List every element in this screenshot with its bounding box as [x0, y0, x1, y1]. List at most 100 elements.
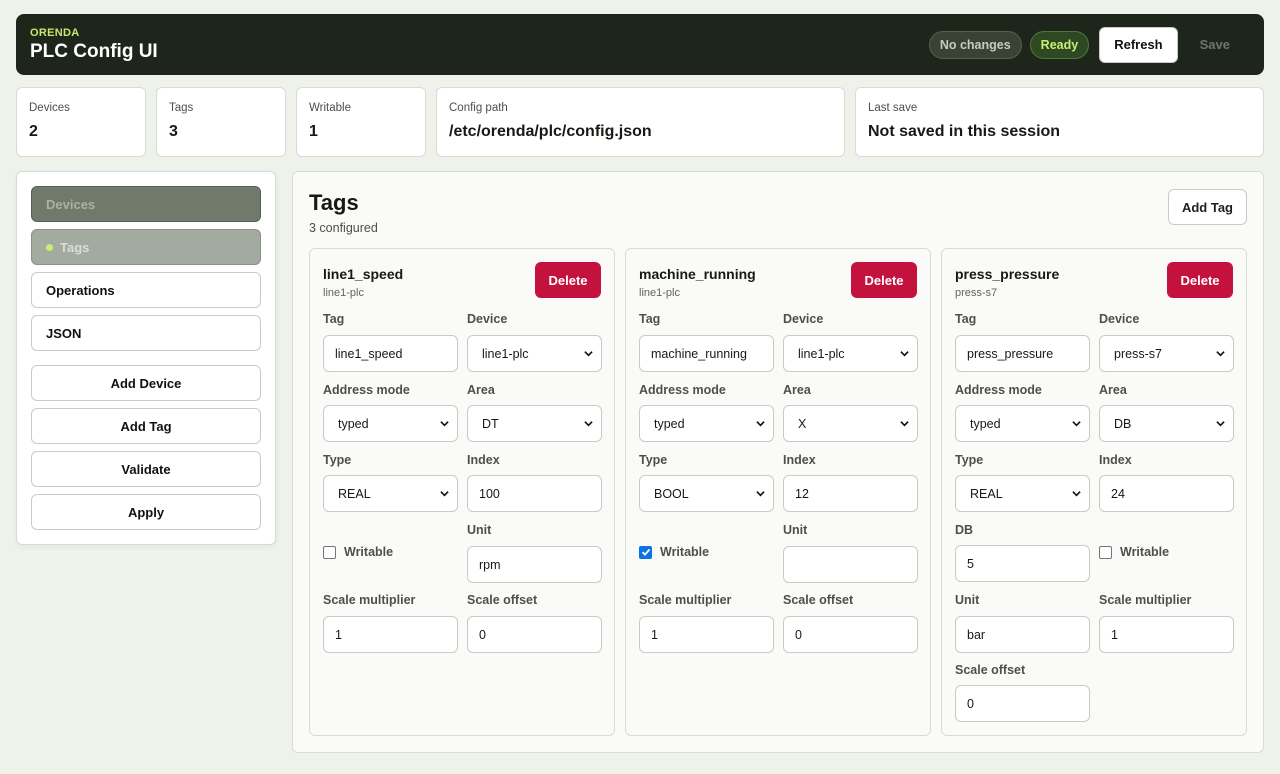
stat-value: /etc/orenda/plc/config.json — [449, 123, 652, 140]
chevron-down-icon — [440, 421, 449, 427]
delete-tag-button[interactable]: Delete — [1167, 262, 1233, 298]
area-select[interactable]: X — [783, 405, 918, 442]
nav-operations-label: Operations — [46, 282, 115, 298]
add-tag-header-button[interactable]: Add Tag — [1167, 189, 1247, 225]
writable-checkbox[interactable] — [1099, 545, 1112, 559]
nav-json[interactable]: JSON — [31, 315, 261, 351]
nav-json-label: JSON — [46, 325, 82, 341]
unit-input[interactable]: rpm — [467, 546, 602, 583]
type-label: Type — [323, 453, 352, 467]
app-header: ORENDA PLC Config UI No changes Ready Re… — [16, 14, 1264, 75]
type-select[interactable]: BOOL — [639, 475, 774, 512]
chevron-down-icon — [1072, 421, 1081, 427]
scale-offset-value: 0 — [479, 627, 486, 642]
stat-label: Devices — [29, 102, 70, 114]
chevron-down-icon — [1072, 491, 1081, 497]
tag-label: Tag — [639, 312, 661, 326]
device-select[interactable]: line1-plc — [783, 335, 918, 372]
tag-name-input[interactable]: machine_running — [639, 335, 774, 372]
area-select[interactable]: DT — [467, 405, 602, 442]
db-value: 5 — [967, 556, 974, 571]
writable-checkbox[interactable] — [323, 545, 336, 559]
tag-name-input[interactable]: line1_speed — [323, 335, 458, 372]
writable-toggle[interactable]: Writable — [639, 545, 709, 559]
refresh-button[interactable]: Refresh — [1099, 26, 1178, 63]
scale-multiplier-label: Scale multiplier — [323, 593, 416, 607]
db-input[interactable]: 5 — [955, 545, 1090, 582]
scale-offset-value: 0 — [967, 696, 974, 711]
scale-offset-input[interactable]: 0 — [467, 616, 602, 653]
delete-tag-button[interactable]: Delete — [535, 262, 601, 298]
address-mode-select[interactable]: typed — [955, 405, 1090, 442]
address-mode-select[interactable]: typed — [639, 405, 774, 442]
checkmark-icon — [641, 548, 650, 556]
index-input[interactable]: 24 — [1099, 475, 1234, 512]
stat-label: Writable — [309, 102, 351, 114]
stat-last-save: Last save Not saved in this session — [855, 87, 1264, 157]
header-actions: No changes Ready Refresh Save — [928, 26, 1250, 63]
nav-tags[interactable]: Tags — [31, 229, 261, 265]
stat-value: 2 — [29, 123, 38, 140]
chevron-down-icon — [440, 491, 449, 497]
save-button[interactable]: Save — [1186, 27, 1244, 63]
apply-button[interactable]: Apply — [31, 494, 261, 530]
chevron-down-icon — [584, 421, 593, 427]
scale-offset-input[interactable]: 0 — [955, 685, 1090, 722]
scale-offset-label: Scale offset — [467, 593, 538, 607]
nav-tags-label: Tags — [60, 239, 90, 255]
chevron-down-icon — [756, 491, 765, 497]
type-select[interactable]: REAL — [955, 475, 1090, 512]
stat-value: 3 — [169, 123, 178, 140]
sidebar: Devices Tags Operations JSON Add Device … — [16, 171, 276, 545]
writable-label: Writable — [344, 545, 394, 559]
type-select[interactable]: REAL — [323, 475, 458, 512]
writable-toggle[interactable]: Writable — [1099, 545, 1169, 559]
scale-offset-value: 0 — [795, 627, 802, 642]
stat-value: 1 — [309, 123, 318, 140]
add-tag-button[interactable]: Add Tag — [31, 408, 261, 444]
tag-card-title: machine_running — [639, 266, 756, 282]
device-select-value: line1-plc — [798, 346, 845, 361]
index-input[interactable]: 100 — [467, 475, 602, 512]
chevron-down-icon — [756, 421, 765, 427]
scale-multiplier-label: Scale multiplier — [639, 593, 732, 607]
chevron-down-icon — [584, 351, 593, 357]
index-value: 100 — [479, 486, 500, 501]
index-input[interactable]: 12 — [783, 475, 918, 512]
nav-devices[interactable]: Devices — [31, 186, 261, 222]
delete-tag-button[interactable]: Delete — [851, 262, 917, 298]
tag-name-value: line1_speed — [335, 346, 403, 361]
scale-multiplier-input[interactable]: 1 — [639, 616, 774, 653]
area-value: DB — [1114, 416, 1132, 431]
area-label: Area — [1099, 383, 1127, 397]
scale-multiplier-value: 1 — [651, 627, 658, 642]
writable-toggle[interactable]: Writable — [323, 545, 393, 559]
add-device-button[interactable]: Add Device — [31, 365, 261, 401]
unit-value: rpm — [479, 557, 501, 572]
scale-multiplier-input[interactable]: 1 — [323, 616, 458, 653]
validate-button[interactable]: Validate — [31, 451, 261, 487]
tag-label: Tag — [955, 312, 977, 326]
device-select[interactable]: press-s7 — [1099, 335, 1234, 372]
stat-label: Config path — [449, 102, 508, 114]
writable-checkbox[interactable] — [639, 545, 652, 559]
scale-offset-input[interactable]: 0 — [783, 616, 918, 653]
nav-operations[interactable]: Operations — [31, 272, 261, 308]
unit-label: Unit — [783, 523, 808, 537]
address-mode-select[interactable]: typed — [323, 405, 458, 442]
tag-name-input[interactable]: press_pressure — [955, 335, 1090, 372]
unit-input[interactable] — [783, 546, 918, 583]
type-value: REAL — [338, 486, 371, 501]
area-select[interactable]: DB — [1099, 405, 1234, 442]
unit-input[interactable]: bar — [955, 616, 1090, 653]
page-title: Tags — [309, 190, 359, 215]
scale-offset-label: Scale offset — [783, 593, 854, 607]
scale-multiplier-input[interactable]: 1 — [1099, 616, 1234, 653]
brand: ORENDA PLC Config UI — [30, 26, 158, 63]
area-label: Area — [467, 383, 495, 397]
device-select[interactable]: line1-plc — [467, 335, 602, 372]
unit-label: Unit — [467, 523, 492, 537]
device-select-value: press-s7 — [1114, 346, 1162, 361]
chevron-down-icon — [900, 351, 909, 357]
unit-label: Unit — [955, 593, 980, 607]
